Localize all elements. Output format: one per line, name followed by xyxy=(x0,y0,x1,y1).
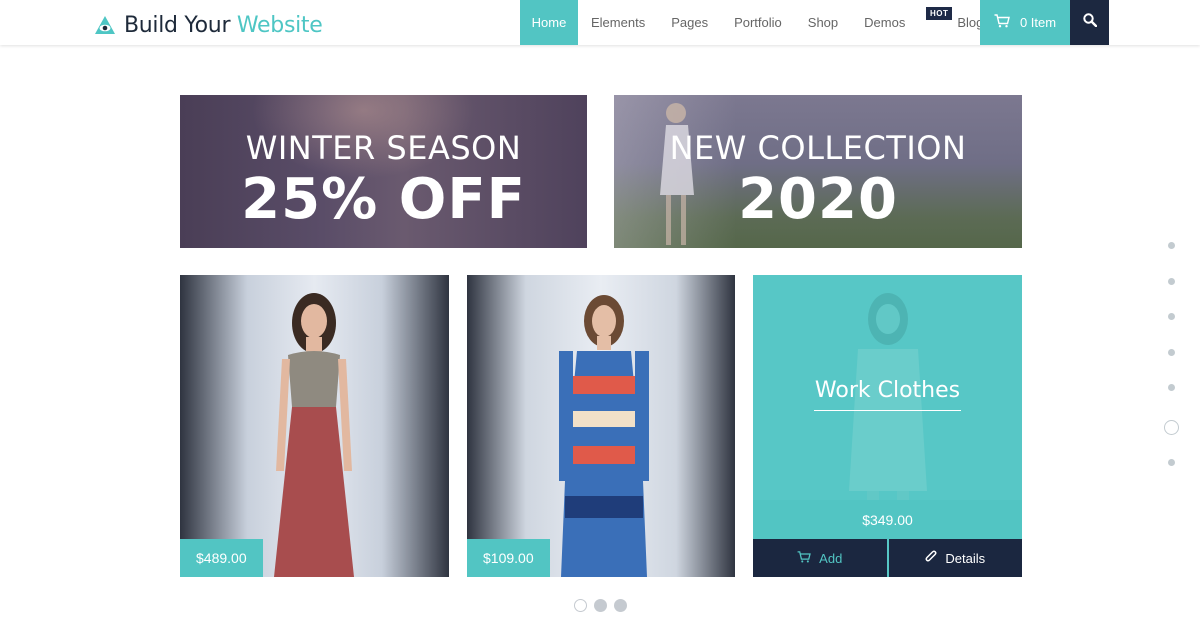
banner-offer: 25% OFF xyxy=(241,167,526,232)
product-card[interactable]: $489.00 xyxy=(180,275,449,577)
cart-icon xyxy=(797,550,811,566)
price-tag: $489.00 xyxy=(180,539,263,577)
section-nav-dot[interactable] xyxy=(1167,313,1175,321)
nav-item-home[interactable]: Home xyxy=(520,0,578,45)
banner-headline: WINTER SEASON xyxy=(245,129,522,167)
promo-banner-collection[interactable]: NEW COLLECTION 2020 xyxy=(614,95,1022,248)
nav-label: Portfolio xyxy=(734,15,782,30)
site-logo[interactable]: Build Your Website xyxy=(94,11,323,39)
nav-item-demos[interactable]: Demos HOT xyxy=(851,0,953,45)
card-actions: Add Details xyxy=(753,539,1022,577)
cart-icon xyxy=(994,14,1010,31)
search-icon xyxy=(1082,13,1097,32)
search-button[interactable] xyxy=(1070,0,1109,45)
runway-model-image xyxy=(274,293,354,577)
pager-dot[interactable] xyxy=(574,599,587,612)
banner-headline: NEW COLLECTION xyxy=(669,129,967,167)
product-title: Work Clothes xyxy=(814,378,961,403)
nav-label: Demos xyxy=(864,15,906,30)
nav-item-elements[interactable]: Elements xyxy=(578,0,658,45)
nav-label: Pages xyxy=(671,15,709,30)
price-tag: $349.00 xyxy=(753,500,1022,539)
product-card[interactable]: $109.00 xyxy=(467,275,735,577)
nav-label: Shop xyxy=(807,15,839,30)
cart-label: 0 Item xyxy=(1019,15,1057,30)
pager-dot[interactable] xyxy=(614,599,627,612)
section-nav-dot[interactable] xyxy=(1167,384,1175,392)
nav-label: Elements xyxy=(591,15,646,30)
banner-offer: 2020 xyxy=(738,167,898,232)
section-nav-dot[interactable] xyxy=(1167,348,1175,356)
section-nav-dot[interactable] xyxy=(1167,458,1175,466)
nav-label: Home xyxy=(531,15,567,30)
section-nav-dots xyxy=(1162,242,1180,495)
eye-triangle-logo-icon xyxy=(94,15,116,35)
details-button[interactable]: Details xyxy=(888,539,1022,577)
section-nav-dot[interactable] xyxy=(1167,277,1175,285)
logo-text: Build Your Website xyxy=(124,13,323,38)
product-card-hovered[interactable]: Work Clothes $349.00 Add Details xyxy=(753,275,1022,577)
title-underline xyxy=(814,410,961,411)
promo-banner-winter[interactable]: WINTER SEASON 25% OFF xyxy=(180,95,587,248)
details-label: Details xyxy=(945,550,986,566)
logo-text-main: Build Your xyxy=(124,12,237,38)
add-label: Add xyxy=(819,550,843,566)
runway-model-image xyxy=(559,295,649,577)
cart-button[interactable]: 0 Item xyxy=(980,0,1070,45)
nav-item-shop[interactable]: Shop xyxy=(795,0,851,45)
paperclip-icon xyxy=(925,550,937,567)
section-nav-dot[interactable] xyxy=(1167,242,1175,249)
nav-item-pages[interactable]: Pages xyxy=(658,0,721,45)
price-tag: $109.00 xyxy=(467,539,550,577)
section-nav-dot-active[interactable] xyxy=(1163,419,1179,435)
logo-text-accent: Website xyxy=(236,12,323,38)
nav-item-portfolio[interactable]: Portfolio xyxy=(721,0,795,45)
pager-dot[interactable] xyxy=(594,599,607,612)
add-to-cart-button[interactable]: Add xyxy=(753,539,887,577)
site-header: Build Your Website Home Elements Pages P… xyxy=(0,0,1200,45)
main-nav: Home Elements Pages Portfolio Shop Demos… xyxy=(520,0,996,45)
carousel-pager xyxy=(574,599,627,612)
